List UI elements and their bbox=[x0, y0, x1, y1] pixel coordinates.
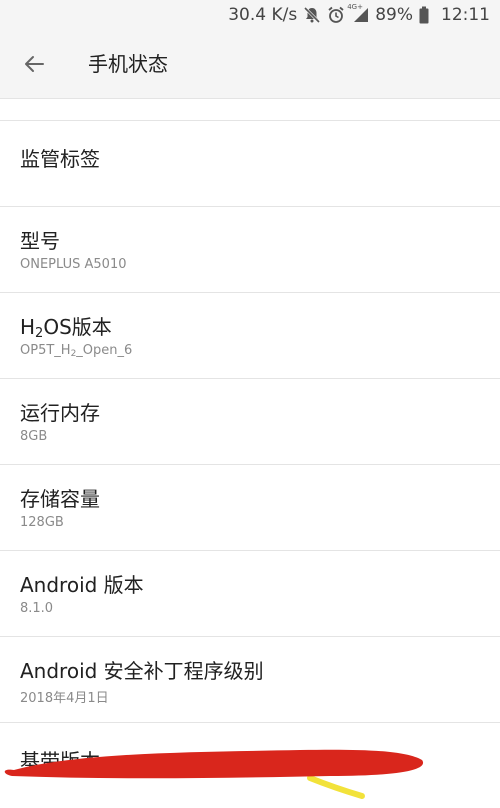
signal-icon: 4G+ bbox=[347, 0, 369, 30]
item-title: 存储容量 bbox=[20, 487, 100, 511]
status-icons: 30.4 K/s 4G+ 89% 12:11 bbox=[228, 0, 490, 30]
arrow-left-icon bbox=[23, 53, 45, 75]
item-title: 基带版本 bbox=[20, 749, 100, 773]
item-value: 2018年4月1日 bbox=[20, 691, 109, 706]
network-type-label: 4G+ bbox=[347, 3, 363, 11]
toolbar: 手机状态 bbox=[0, 30, 500, 98]
list-item-h2os-version[interactable]: H2OS版本 OP5T_H2_Open_6 bbox=[0, 292, 500, 378]
list-item-android-version[interactable]: Android 版本 8.1.0 bbox=[0, 550, 500, 636]
settings-list: 监管标签 型号 ONEPLUS A5010 H2OS版本 OP5T_H2_Ope… bbox=[0, 120, 500, 808]
back-button[interactable] bbox=[14, 44, 54, 84]
item-title: H2OS版本 bbox=[20, 315, 112, 341]
page-title: 手机状态 bbox=[88, 52, 168, 76]
list-item-model[interactable]: 型号 ONEPLUS A5010 bbox=[0, 206, 500, 292]
mute-bell-icon bbox=[303, 0, 321, 30]
alarm-icon bbox=[327, 0, 345, 30]
item-value: OP5T_H2_Open_6 bbox=[20, 343, 133, 359]
list-item-storage[interactable]: 存储容量 128GB bbox=[0, 464, 500, 550]
list-item-baseband-version[interactable]: 基带版本 bbox=[0, 722, 500, 808]
item-title: 运行内存 bbox=[20, 401, 100, 425]
toolbar-divider bbox=[0, 98, 500, 99]
item-value: ONEPLUS A5010 bbox=[20, 257, 127, 272]
network-speed: 30.4 K/s bbox=[228, 5, 298, 25]
item-title: 监管标签 bbox=[20, 147, 100, 171]
item-value: 128GB bbox=[20, 515, 64, 530]
list-item-security-patch[interactable]: Android 安全补丁程序级别 2018年4月1日 bbox=[0, 636, 500, 722]
item-value: 8GB bbox=[20, 429, 48, 444]
status-bar: 30.4 K/s 4G+ 89% 12:11 bbox=[0, 0, 500, 30]
clock: 12:11 bbox=[441, 5, 490, 25]
item-title: Android 版本 bbox=[20, 573, 144, 597]
battery-percent: 89% bbox=[375, 5, 413, 25]
item-value: 8.1.0 bbox=[20, 601, 54, 616]
item-title: Android 安全补丁程序级别 bbox=[20, 659, 264, 683]
battery-icon bbox=[419, 0, 429, 30]
list-item-ram[interactable]: 运行内存 8GB bbox=[0, 378, 500, 464]
item-title: 型号 bbox=[20, 229, 60, 253]
list-item-regulatory-labels[interactable]: 监管标签 bbox=[0, 120, 500, 206]
